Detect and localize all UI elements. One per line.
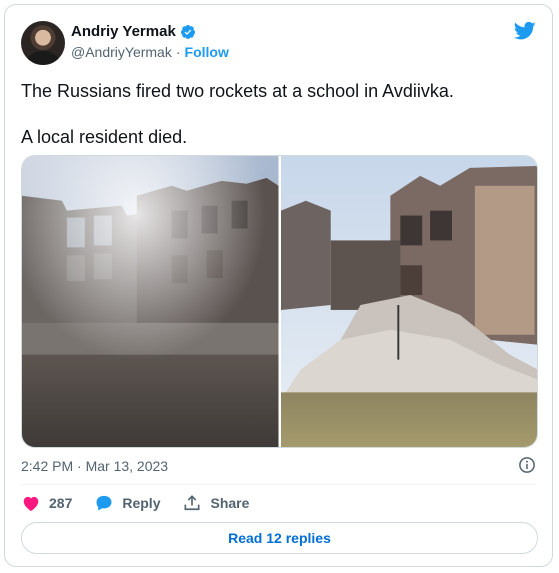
avatar[interactable] [21, 21, 65, 65]
separator-dot: · [175, 44, 181, 60]
tweet-card: Andriy Yermak @AndriyYermak · Follow The… [4, 4, 553, 567]
read-replies-button[interactable]: Read 12 replies [21, 522, 538, 554]
photo-school-ruins-right[interactable] [280, 156, 537, 447]
author-handle[interactable]: @AndriyYermak [71, 44, 172, 60]
heart-icon [23, 496, 39, 511]
share-label: Share [210, 495, 250, 511]
like-count: 287 [49, 495, 73, 511]
author-name[interactable]: Andriy Yermak [71, 23, 176, 40]
handle-row: @AndriyYermak · Follow [71, 44, 229, 60]
timestamp[interactable]: 2:42 PM · Mar 13, 2023 [21, 458, 168, 474]
verified-badge-icon [180, 24, 195, 39]
follow-button[interactable]: Follow [185, 44, 229, 60]
photo-school-ruins-left[interactable] [22, 156, 279, 447]
share-button[interactable]: Share [182, 493, 249, 513]
tweet-paragraph-2: A local resident died. [21, 127, 188, 147]
info-icon[interactable] [518, 456, 536, 474]
share-icon [184, 495, 200, 511]
reply-bubble-icon [96, 495, 112, 511]
divider [21, 484, 536, 485]
reply-button[interactable]: Reply [94, 493, 160, 513]
media-grid [21, 155, 538, 448]
like-button[interactable]: 287 [21, 493, 72, 513]
tweet-text: The Russians fired two rockets at a scho… [21, 79, 536, 149]
action-bar: 287 Reply Share [21, 493, 271, 513]
twitter-bird-icon[interactable] [514, 21, 536, 41]
reply-label: Reply [122, 495, 161, 511]
tweet-paragraph-1: The Russians fired two rockets at a scho… [21, 81, 454, 101]
author-name-row: Andriy Yermak [71, 23, 196, 40]
